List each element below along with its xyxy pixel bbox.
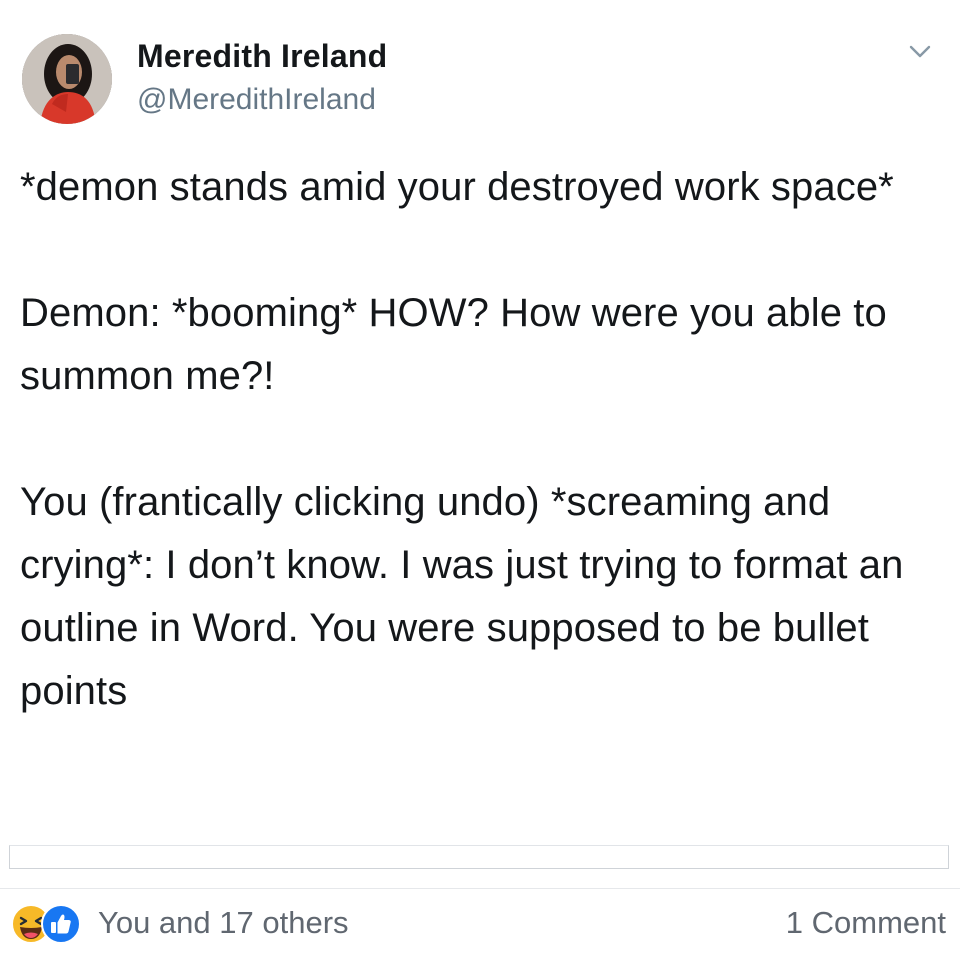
like-reaction-icon [41, 904, 81, 944]
post-paragraph: You (frantically clicking undo) *screami… [20, 480, 904, 713]
avatar[interactable] [22, 34, 112, 124]
chevron-down-icon[interactable] [903, 40, 937, 64]
author-handle[interactable]: @MeredithIreland [137, 83, 376, 117]
post-card: Meredith Ireland @MeredithIreland *demon… [0, 0, 960, 960]
avatar-photo [22, 34, 112, 124]
post-paragraph: *demon stands amid your destroyed work s… [20, 165, 894, 209]
post-paragraph: Demon: *booming* HOW? How were you able … [20, 291, 887, 398]
post-text: *demon stands amid your destroyed work s… [20, 156, 945, 723]
comments-count-link[interactable]: 1 Comment [786, 905, 946, 941]
reactions-count-text[interactable]: You and 17 others [98, 905, 349, 941]
comment-input-strip[interactable] [9, 845, 949, 869]
author-display-name[interactable]: Meredith Ireland [137, 38, 387, 75]
post-footer: You and 17 others 1 Comment [0, 888, 960, 961]
